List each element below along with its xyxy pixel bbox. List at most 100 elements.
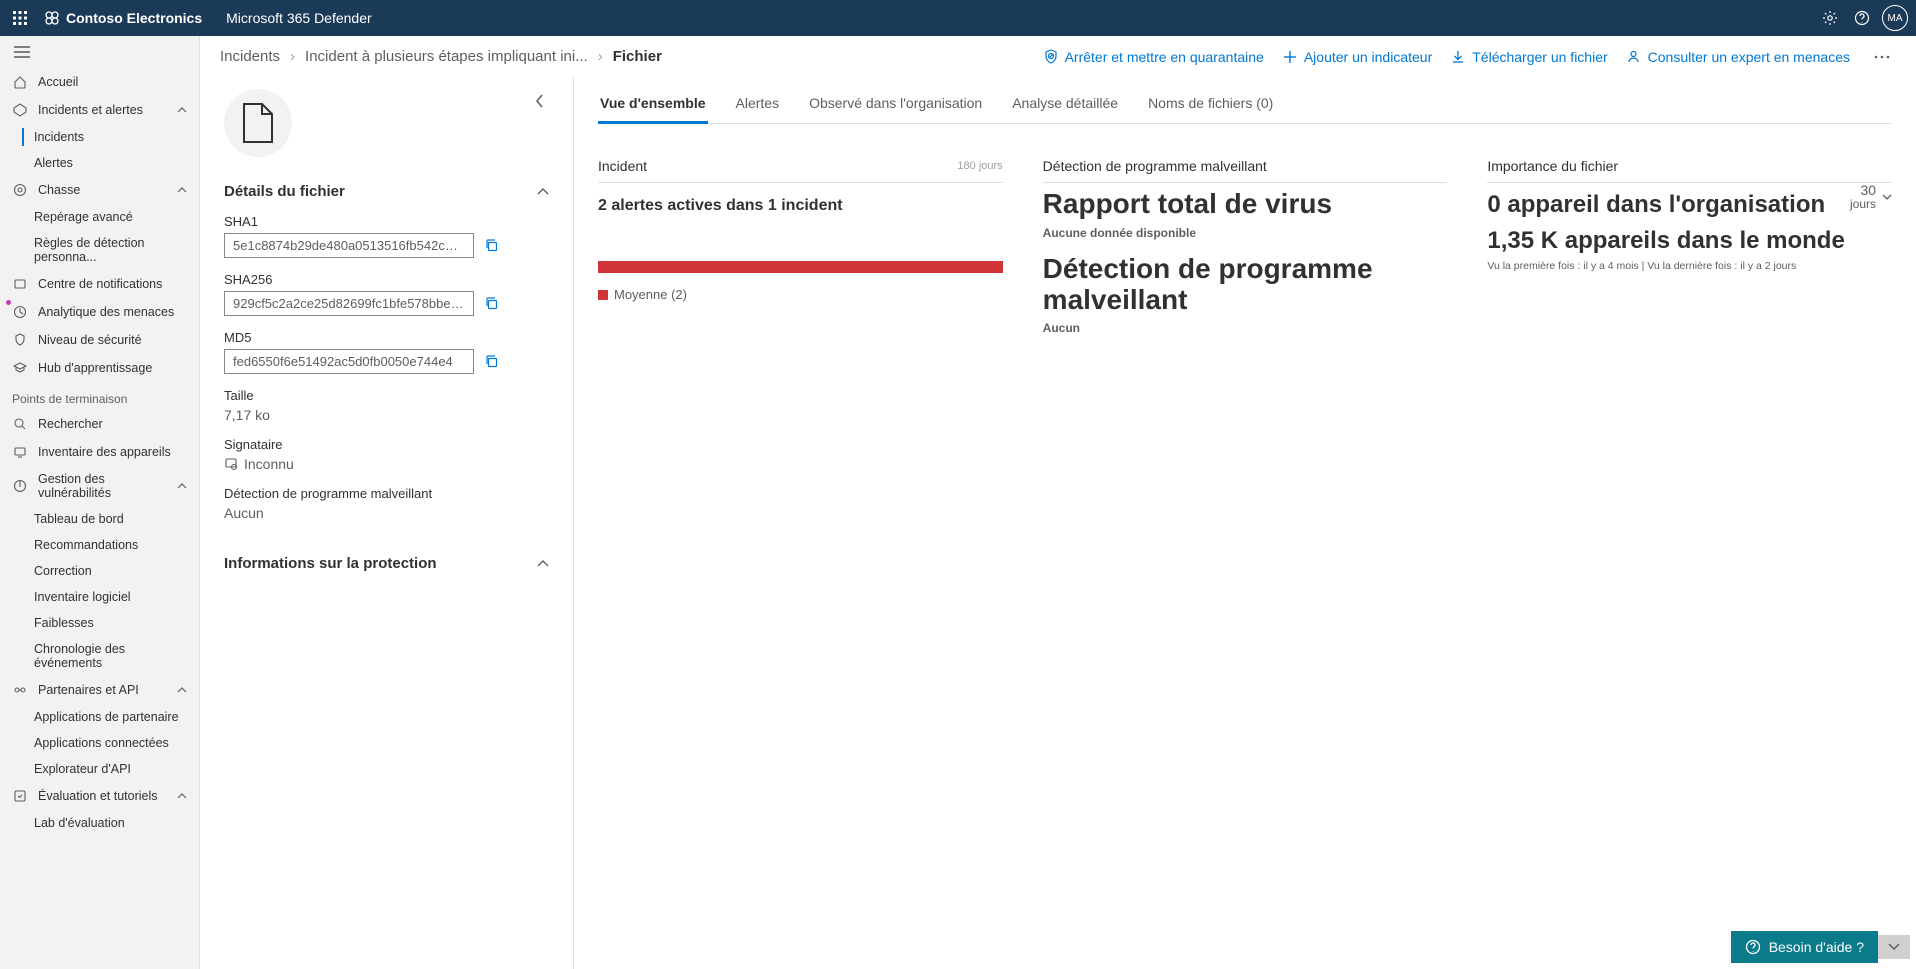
chevron-right-icon: ›	[598, 48, 603, 65]
sha1-input[interactable]	[224, 233, 474, 258]
plus-icon	[1282, 49, 1298, 65]
threat-analytics-icon	[12, 304, 28, 320]
nav-remediation[interactable]: Correction	[0, 558, 199, 584]
file-icon	[224, 89, 292, 157]
chevron-up-icon	[537, 560, 549, 568]
copy-sha1-icon[interactable]	[482, 237, 500, 255]
field-sha256: SHA256	[224, 272, 549, 316]
tab-alerts[interactable]: Alertes	[734, 85, 782, 123]
help-floating: Besoin d'aide ?	[1731, 931, 1910, 963]
expert-icon	[1626, 49, 1642, 65]
chevron-right-icon: ›	[290, 48, 295, 65]
incident-headline: 2 alertes actives dans 1 incident	[598, 197, 1003, 215]
nav-collapse-icon[interactable]	[0, 36, 199, 68]
tab-deep-analysis[interactable]: Analyse détaillée	[1010, 85, 1120, 123]
card-malware-detection: Détection de programme malveillant Rappo…	[1043, 158, 1448, 335]
nav-custom-detection[interactable]: Règles de détection personna...	[0, 230, 199, 270]
chevron-up-icon	[177, 793, 187, 799]
nav-threat-analytics[interactable]: Analytique des menaces	[0, 298, 199, 326]
card-incident: Incident 180 jours 2 alertes actives dan…	[598, 158, 1003, 335]
tab-file-names[interactable]: Noms de fichiers (0)	[1146, 85, 1275, 123]
tab-overview[interactable]: Vue d'ensemble	[598, 85, 708, 124]
card-file-importance: Importance du fichier 0 appareil dans l'…	[1487, 158, 1892, 335]
action-stop-quarantine[interactable]: Arrêter et mettre en quarantaine	[1043, 49, 1264, 65]
nav-incidents[interactable]: Incidents	[0, 124, 199, 150]
nav-partner-apps[interactable]: Applications de partenaire	[0, 704, 199, 730]
nav-dashboard[interactable]: Tableau de bord	[0, 506, 199, 532]
certificate-icon	[224, 457, 238, 471]
nav-incidents-alerts[interactable]: Incidents et alertes	[0, 96, 199, 124]
nav-recommendations[interactable]: Recommandations	[0, 532, 199, 558]
action-consult-expert[interactable]: Consulter un expert en menaces	[1626, 49, 1850, 65]
field-sha1: SHA1	[224, 214, 549, 258]
download-icon	[1450, 49, 1466, 65]
field-signer: Signataire Inconnu	[224, 437, 549, 472]
nav-weaknesses[interactable]: Faiblesses	[0, 610, 199, 636]
section-file-details[interactable]: Détails du fichier	[224, 183, 549, 200]
more-actions-icon[interactable]	[1868, 55, 1896, 59]
md5-input[interactable]	[224, 349, 474, 374]
nav-eval-tutorials[interactable]: Évaluation et tutoriels	[0, 782, 199, 810]
breadcrumb-incidents[interactable]: Incidents	[220, 48, 280, 65]
nav-section-endpoints: Points de terminaison	[0, 382, 199, 410]
chevron-up-icon	[537, 188, 549, 196]
breadcrumb-row: Incidents › Incident à plusieurs étapes …	[200, 36, 1916, 77]
body-split: Détails du fichier SHA1 SHA256	[200, 77, 1916, 969]
nav-alerts[interactable]: Alertes	[0, 150, 199, 176]
chevron-up-icon	[177, 187, 187, 193]
nav-event-timeline[interactable]: Chronologie des événements	[0, 636, 199, 676]
product-name: Microsoft 365 Defender	[226, 10, 372, 26]
nav-hunting[interactable]: Chasse	[0, 176, 199, 204]
nav-vuln-mgmt[interactable]: Gestion des vulnérabilités	[0, 466, 199, 506]
org-name: Contoso Electronics	[44, 10, 202, 26]
search-icon	[12, 416, 28, 432]
file-tabs: Vue d'ensemble Alertes Observé dans l'or…	[598, 85, 1892, 124]
help-question-icon	[1745, 939, 1761, 955]
copy-sha256-icon[interactable]	[482, 295, 500, 313]
nav-advanced-hunting[interactable]: Repérage avancé	[0, 204, 199, 230]
nav-device-inventory[interactable]: Inventaire des appareils	[0, 438, 199, 466]
nav-connected-apps[interactable]: Applications connectées	[0, 730, 199, 756]
breadcrumb: Incidents › Incident à plusieurs étapes …	[220, 48, 662, 65]
nav-search[interactable]: Rechercher	[0, 410, 199, 438]
help-icon[interactable]	[1846, 2, 1878, 34]
settings-icon[interactable]	[1814, 2, 1846, 34]
nav-secure-score[interactable]: Niveau de sécurité	[0, 326, 199, 354]
nav-software-inventory[interactable]: Inventaire logiciel	[0, 584, 199, 610]
app-launcher-icon[interactable]	[8, 6, 32, 30]
tab-observed[interactable]: Observé dans l'organisation	[807, 85, 984, 123]
field-md5: MD5	[224, 330, 549, 374]
org-logo-icon	[44, 10, 60, 26]
hunting-icon	[12, 182, 28, 198]
breadcrumb-incident-detail[interactable]: Incident à plusieurs étapes impliquant i…	[305, 48, 588, 65]
legend-swatch-medium	[598, 290, 608, 300]
nav-partners-api[interactable]: Partenaires et API	[0, 676, 199, 704]
overview-cards: Incident 180 jours 2 alertes actives dan…	[598, 158, 1892, 335]
help-dropdown-toggle[interactable]	[1878, 935, 1910, 959]
nav-api-explorer[interactable]: Explorateur d'API	[0, 756, 199, 782]
copy-md5-icon[interactable]	[482, 353, 500, 371]
action-add-indicator[interactable]: Ajouter un indicateur	[1282, 49, 1432, 65]
collapse-details-icon[interactable]	[531, 89, 549, 113]
nav-action-center[interactable]: Centre de notifications	[0, 270, 199, 298]
chevron-down-icon	[1882, 194, 1892, 200]
help-button[interactable]: Besoin d'aide ?	[1731, 931, 1878, 963]
severity-legend: Moyenne (2)	[598, 287, 1003, 302]
nav-eval-lab[interactable]: Lab d'évaluation	[0, 810, 199, 836]
severity-bar	[598, 261, 1003, 273]
incidents-icon	[12, 102, 28, 118]
time-range-selector[interactable]: 30 jours	[1850, 183, 1892, 212]
field-size: Taille 7,17 ko	[224, 388, 549, 423]
global-header: Contoso Electronics Microsoft 365 Defend…	[0, 0, 1916, 36]
vuln-icon	[12, 478, 28, 494]
content-area: Incidents › Incident à plusieurs étapes …	[200, 36, 1916, 969]
nav-home[interactable]: Accueil	[0, 68, 199, 96]
nav-learning-hub[interactable]: Hub d'apprentissage	[0, 354, 199, 382]
action-center-icon	[12, 276, 28, 292]
user-avatar[interactable]: MA	[1882, 5, 1908, 31]
section-protection-info[interactable]: Informations sur la protection	[224, 555, 549, 572]
breadcrumb-current: Fichier	[613, 48, 662, 65]
sha256-input[interactable]	[224, 291, 474, 316]
action-download-file[interactable]: Télécharger un fichier	[1450, 49, 1607, 65]
chevron-up-icon	[177, 107, 187, 113]
